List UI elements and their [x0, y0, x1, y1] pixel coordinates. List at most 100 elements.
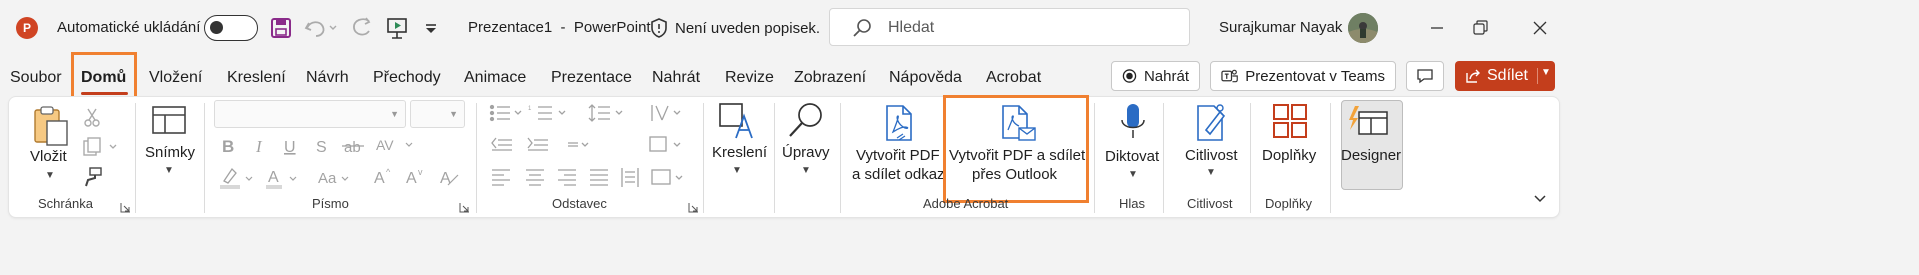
- close-icon[interactable]: [1526, 14, 1554, 42]
- tab-insert[interactable]: Vložení: [149, 67, 202, 89]
- search-box[interactable]: Hledat: [829, 8, 1190, 46]
- paste-chevron-down-icon[interactable]: ▼: [45, 170, 55, 181]
- present-in-teams-button[interactable]: Prezentovat v Teams: [1210, 61, 1396, 91]
- drawing-chevron-down-icon[interactable]: ▼: [732, 165, 742, 176]
- search-icon: [852, 18, 872, 38]
- chevron-down-icon[interactable]: ▼: [449, 109, 458, 119]
- minimize-icon[interactable]: [1423, 14, 1451, 42]
- tab-draw[interactable]: Kreslení: [227, 67, 286, 89]
- toggle-knob: [210, 21, 223, 34]
- cut-icon[interactable]: [81, 106, 103, 128]
- user-name[interactable]: Surajkumar Nayak: [1219, 19, 1342, 36]
- share-button[interactable]: Sdílet ▼: [1455, 61, 1555, 91]
- slides-chevron-down-icon[interactable]: ▼: [164, 165, 174, 176]
- tab-acrobat[interactable]: Acrobat: [986, 67, 1041, 89]
- copy-icon[interactable]: [81, 136, 121, 158]
- group-separator: [1094, 103, 1095, 213]
- paste-icon[interactable]: [31, 104, 71, 148]
- find-icon[interactable]: [786, 100, 826, 140]
- share-split-divider: [1537, 68, 1538, 84]
- autosave-toggle[interactable]: [204, 15, 258, 41]
- tab-record[interactable]: Nahrát: [652, 67, 700, 89]
- microphone-icon[interactable]: [1119, 102, 1147, 142]
- addins-label[interactable]: Doplňky: [1262, 146, 1316, 165]
- group-separator: [135, 103, 136, 213]
- svg-text:ab: ab: [344, 139, 361, 156]
- create-pdf-link-label-line1[interactable]: Vytvořit PDF: [856, 146, 940, 165]
- designer-label[interactable]: Designer: [1341, 146, 1401, 165]
- svg-text:AV: AV: [376, 137, 394, 153]
- chevron-down-icon[interactable]: ▼: [390, 109, 399, 119]
- svg-text:A: A: [374, 170, 385, 187]
- start-from-beginning-icon[interactable]: [384, 14, 410, 42]
- editing-chevron-down-icon[interactable]: ▼: [801, 165, 811, 176]
- tab-transitions[interactable]: Přechody: [373, 67, 441, 89]
- teams-icon: [1221, 69, 1238, 83]
- format-painter-icon[interactable]: [81, 166, 103, 188]
- sensitivity-label[interactable]: Citlivost: [1185, 146, 1238, 165]
- tab-design[interactable]: Návrh: [306, 67, 349, 89]
- highlight-box-create-pdf-outlook: [943, 95, 1089, 203]
- search-placeholder: Hledat: [888, 19, 935, 36]
- record-label: Nahrát: [1143, 67, 1189, 85]
- font-group-label: Písmo: [312, 196, 349, 211]
- font-format-row: B I U S ab AV: [220, 134, 420, 158]
- svg-text:v: v: [418, 167, 423, 177]
- create-pdf-link-label-line2[interactable]: a sdílet odkaz: [852, 165, 945, 184]
- shield-icon: [651, 18, 667, 38]
- record-icon: [1122, 69, 1137, 83]
- tab-file[interactable]: Soubor: [10, 67, 62, 89]
- pdf-link-icon[interactable]: [883, 104, 917, 142]
- editing-label[interactable]: Úpravy: [782, 143, 830, 162]
- avatar[interactable]: [1348, 13, 1378, 43]
- clipboard-launcher-icon[interactable]: [120, 200, 131, 213]
- group-separator: [1250, 103, 1251, 213]
- sensitivity-group-label: Citlivost: [1187, 196, 1233, 211]
- powerpoint-logo-icon: P: [16, 17, 38, 39]
- comments-button[interactable]: [1406, 61, 1444, 91]
- paragraph-launcher-icon[interactable]: [688, 200, 699, 213]
- chevron-down-icon[interactable]: ▼: [1541, 67, 1551, 78]
- undo-icon[interactable]: [302, 14, 338, 42]
- tab-view[interactable]: Zobrazení: [794, 67, 866, 89]
- comments-icon: [1417, 69, 1433, 84]
- svg-text:S: S: [316, 139, 327, 156]
- svg-text:I: I: [255, 137, 263, 156]
- collapse-ribbon-icon[interactable]: [1532, 192, 1548, 206]
- customize-qat-icon[interactable]: [421, 14, 441, 42]
- save-icon[interactable]: [268, 14, 294, 42]
- redo-icon[interactable]: [349, 14, 375, 42]
- svg-text:A: A: [406, 170, 417, 187]
- share-icon: [1466, 69, 1480, 83]
- svg-text:1: 1: [528, 106, 532, 112]
- share-label: Sdílet: [1487, 67, 1528, 84]
- sensitivity-icon[interactable]: [1194, 102, 1228, 142]
- layout-icon[interactable]: [151, 105, 187, 135]
- addins-group-label: Doplňky: [1265, 196, 1312, 211]
- voice-group-label: Hlas: [1119, 196, 1146, 211]
- paragraph-group-label: Odstavec: [552, 196, 607, 211]
- tab-animations[interactable]: Animace: [464, 67, 526, 89]
- dictate-label[interactable]: Diktovat: [1105, 147, 1159, 166]
- svg-text:U: U: [284, 139, 296, 156]
- teams-label: Prezentovat v Teams: [1245, 67, 1385, 85]
- paste-label[interactable]: Vložit: [30, 147, 67, 166]
- drawing-label[interactable]: Kreslení: [712, 143, 767, 162]
- slides-label[interactable]: Snímky: [145, 143, 195, 162]
- sensitivity-chevron-down-icon[interactable]: ▼: [1206, 167, 1216, 178]
- tab-slideshow[interactable]: Prezentace: [551, 67, 632, 89]
- autosave-label: Automatické ukládání: [57, 19, 201, 36]
- addins-icon[interactable]: [1272, 103, 1308, 139]
- font-size-combobox[interactable]: ▼: [410, 100, 465, 128]
- group-separator: [703, 103, 704, 213]
- tab-help[interactable]: Nápověda: [889, 67, 962, 89]
- restore-icon[interactable]: [1466, 14, 1494, 42]
- adobe-acrobat-group-label: Adobe Acrobat: [923, 196, 1009, 211]
- font-name-combobox[interactable]: ▼: [214, 100, 406, 128]
- tab-review[interactable]: Revize: [725, 67, 774, 89]
- sensitivity-status[interactable]: Není uveden popisek.: [649, 16, 820, 40]
- font-launcher-icon[interactable]: [459, 200, 470, 213]
- shapes-icon[interactable]: [716, 102, 756, 142]
- record-button[interactable]: Nahrát: [1111, 61, 1200, 91]
- dictate-chevron-down-icon[interactable]: ▼: [1128, 169, 1138, 180]
